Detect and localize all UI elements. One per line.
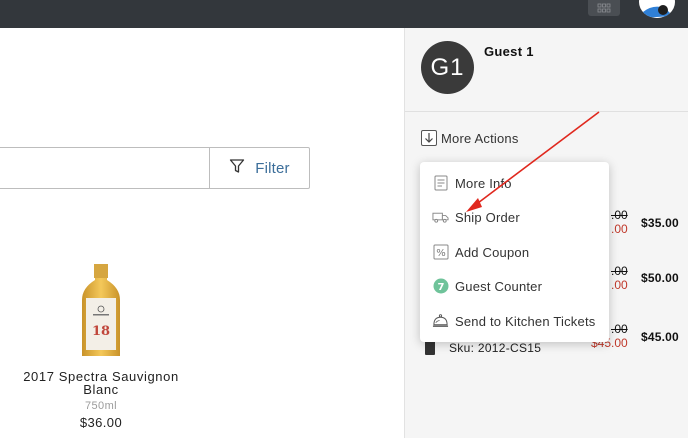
filter-button[interactable]: Filter	[210, 148, 309, 188]
sku-text: Sku: 2012-CS15	[449, 341, 542, 355]
menu-item-label: Ship Order	[455, 209, 520, 225]
product-thumbnail	[425, 341, 435, 355]
cloche-icon	[432, 313, 449, 330]
divider	[405, 111, 688, 112]
menu-item-label: Send to Kitchen Tickets	[455, 313, 596, 329]
filter-label: Filter	[255, 159, 290, 177]
original-price: .00	[611, 208, 628, 222]
discount-price: .00	[611, 222, 628, 236]
product-card[interactable]: 18 2017 Spectra Sauvignon Blanc 750ml $3…	[8, 264, 194, 430]
order-line-sku: Sku: 2012-CS15	[425, 341, 541, 355]
svg-text:%: %	[436, 248, 446, 259]
product-area: Filter 18 2017 Spectra Sauvignon Blanc 7…	[0, 28, 404, 438]
arrow-down-box-icon	[421, 130, 437, 146]
discount-price: .00	[611, 278, 628, 292]
original-price: .00	[611, 322, 628, 336]
original-price: .00	[611, 264, 628, 278]
counter-badge-number: 7	[437, 282, 444, 293]
menu-item-label: More Info	[455, 175, 512, 191]
more-actions-label: More Actions	[441, 130, 519, 146]
truck-icon	[432, 209, 449, 226]
line-price: $50.00	[641, 271, 679, 285]
funnel-icon	[229, 158, 245, 179]
wine-bottle-image: 18	[82, 264, 120, 356]
product-size: 750ml	[85, 400, 117, 412]
menu-item-add-coupon[interactable]: % Add Coupon	[432, 241, 529, 263]
guest-name: Guest 1	[484, 44, 534, 59]
counter-badge-icon: 7	[432, 278, 449, 295]
pos-screen: Filter 18 2017 Spectra Sauvignon Blanc 7…	[0, 0, 688, 438]
line-price: $45.00	[641, 330, 679, 344]
menu-item-more-info[interactable]: More Info	[432, 172, 512, 194]
menu-item-ship-order[interactable]: Ship Order	[432, 206, 520, 228]
guest-avatar[interactable]: G1	[421, 41, 474, 94]
more-actions-button[interactable]: More Actions	[421, 130, 519, 146]
top-bar	[0, 0, 688, 28]
percent-icon: %	[432, 244, 449, 261]
menu-item-guest-counter[interactable]: 7 Guest Counter	[432, 275, 542, 297]
search-input[interactable]: Filter	[0, 147, 310, 189]
user-avatar-icon[interactable]	[639, 0, 675, 18]
more-actions-menu: More Info Ship Order % Add Coupon 7 Gues…	[420, 162, 609, 342]
bottle-label-number: 18	[92, 324, 110, 339]
grid-icon[interactable]	[588, 0, 620, 16]
menu-item-send-to-kitchen[interactable]: Send to Kitchen Tickets	[432, 310, 595, 332]
menu-item-label: Add Coupon	[455, 244, 530, 260]
line-price: $35.00	[641, 216, 679, 230]
product-name: 2017 Spectra Sauvignon Blanc	[23, 369, 179, 397]
product-price: $36.00	[79, 415, 123, 430]
document-icon	[432, 175, 449, 192]
menu-item-label: Guest Counter	[455, 278, 543, 294]
